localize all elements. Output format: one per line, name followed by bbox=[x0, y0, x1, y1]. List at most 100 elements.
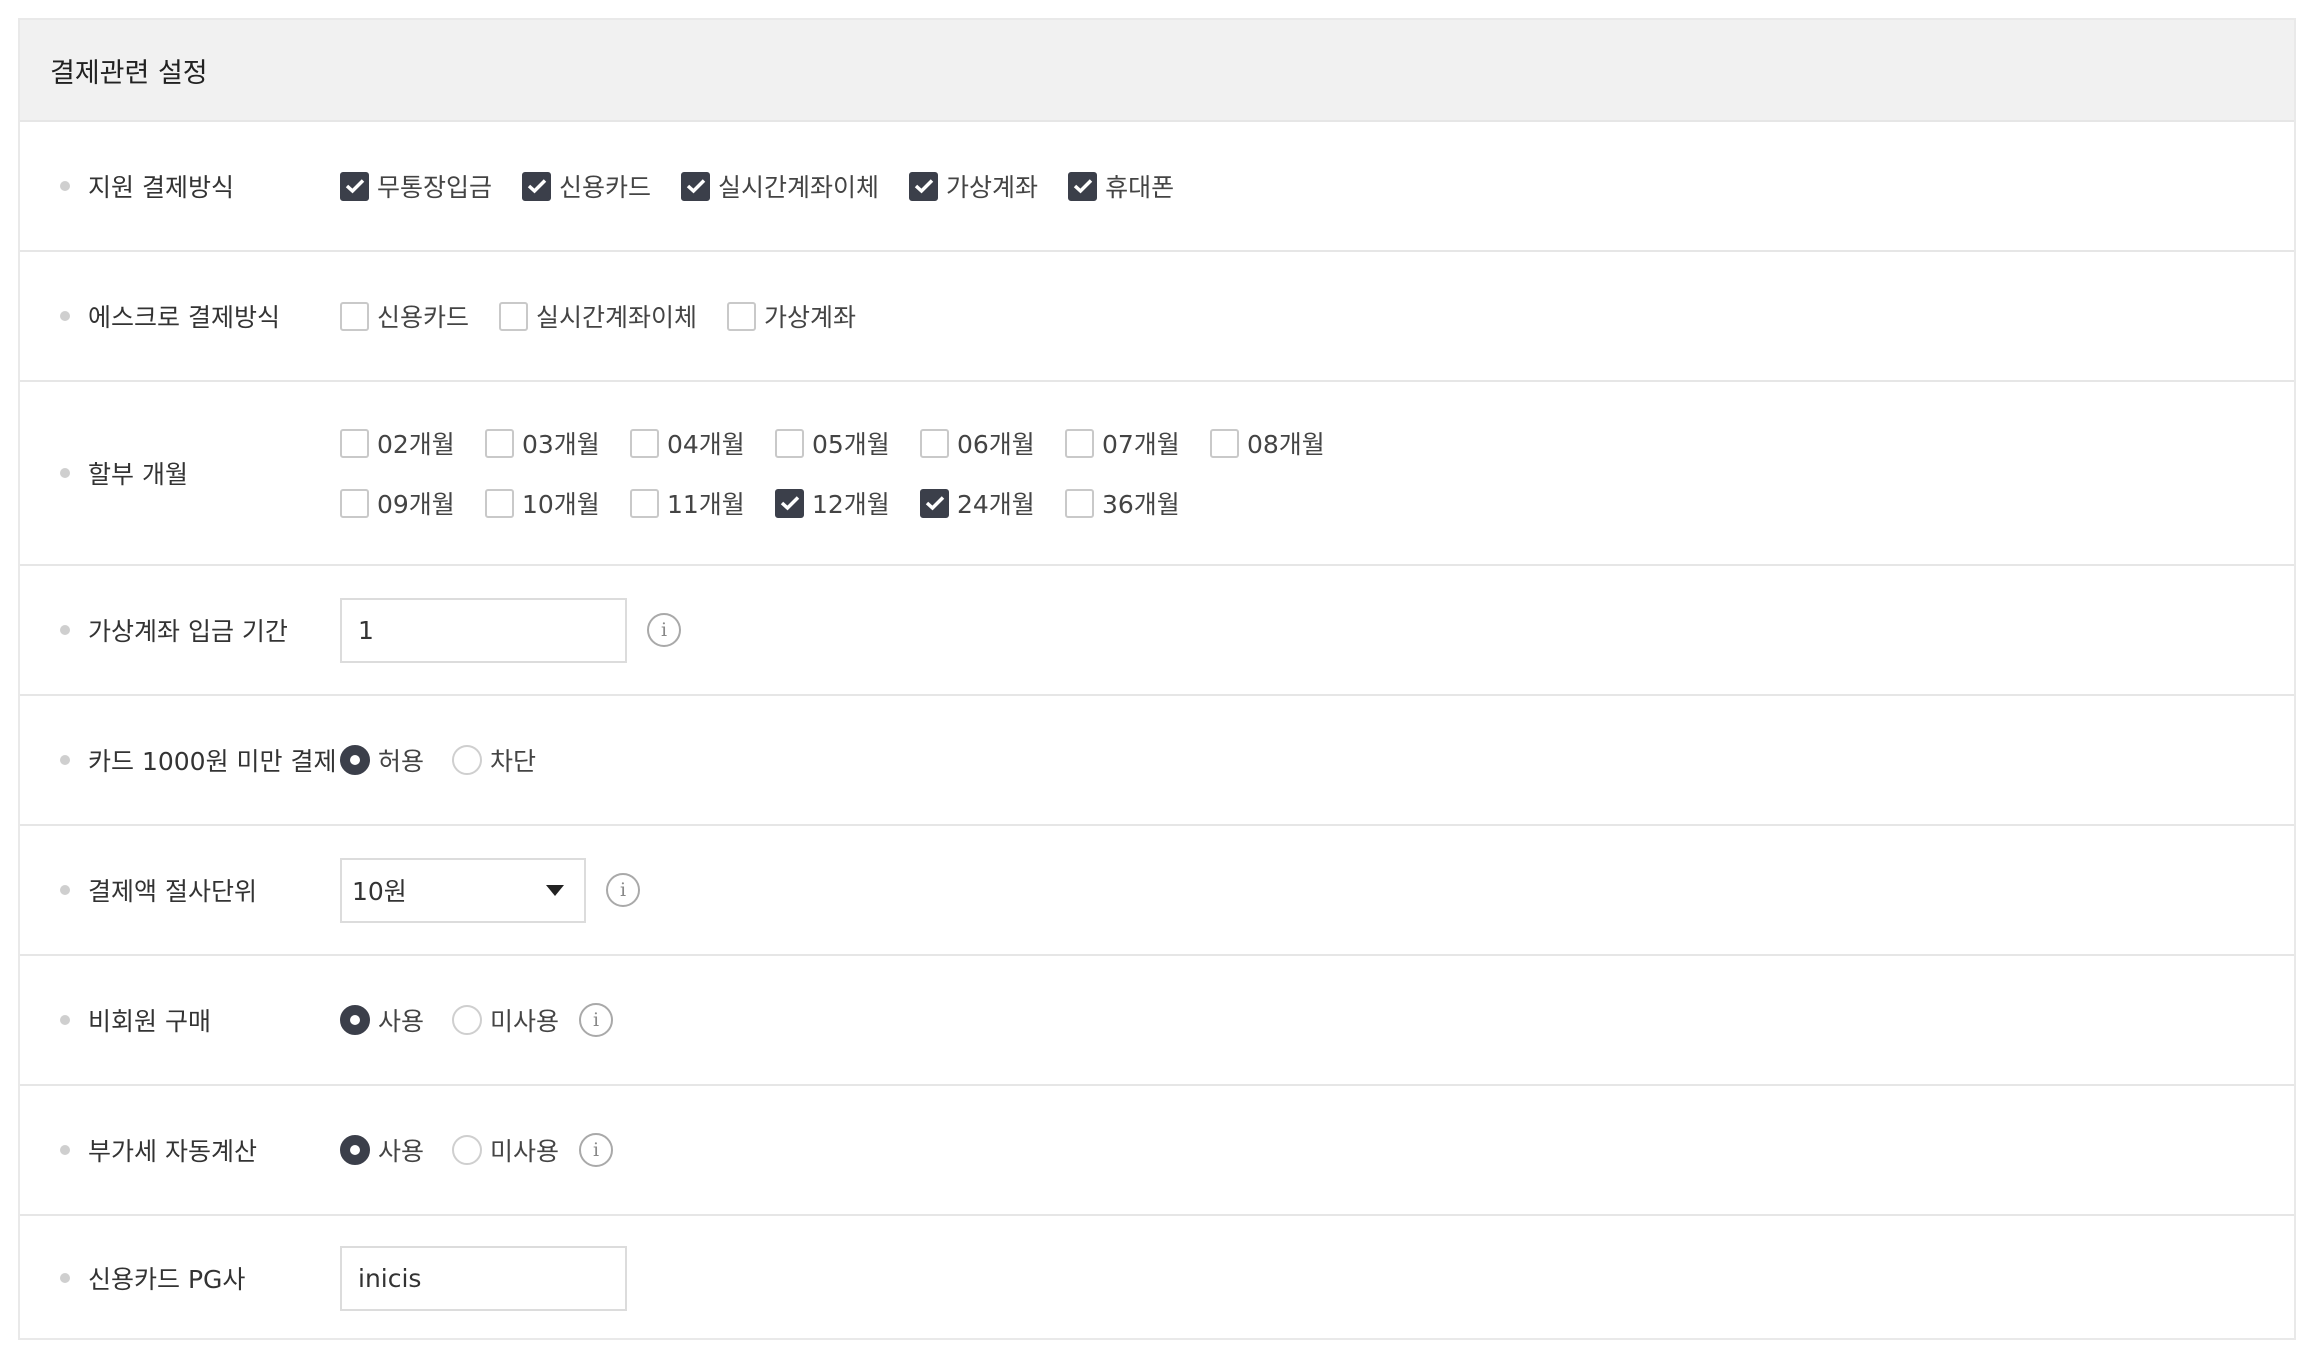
row-escrow-methods: 에스크로 결제방식 신용카드 실시간계좌이체 가상계좌 bbox=[20, 252, 2294, 382]
checkbox[interactable] bbox=[340, 301, 369, 331]
panel-title: 결제관련 설정 bbox=[50, 57, 208, 89]
radio-button[interactable] bbox=[340, 745, 370, 775]
checkbox-option[interactable]: 03개월 bbox=[485, 425, 630, 461]
checkbox-option[interactable]: 04개월 bbox=[630, 425, 775, 461]
check-icon bbox=[914, 179, 933, 194]
vaccount-period-input[interactable] bbox=[340, 597, 627, 663]
bullet-icon bbox=[60, 1015, 70, 1025]
row-label: 비회원 구매 bbox=[88, 1007, 211, 1036]
rounding-unit-select[interactable]: 10원 bbox=[340, 857, 586, 923]
checkbox[interactable] bbox=[681, 171, 711, 201]
radio-button[interactable] bbox=[452, 1135, 483, 1165]
checkbox-option[interactable]: 신용카드 bbox=[522, 168, 651, 204]
checkbox[interactable] bbox=[1065, 428, 1094, 458]
checkbox[interactable] bbox=[485, 488, 514, 518]
row-card-min-payment: 카드 1000원 미만 결제 허용 차단 bbox=[20, 696, 2294, 826]
option-label: 05개월 bbox=[812, 430, 890, 459]
checkbox-option[interactable]: 08개월 bbox=[1210, 425, 1355, 461]
option-label: 11개월 bbox=[667, 490, 745, 519]
row-payment-methods: 지원 결제방식 무통장입금 신용카드 실시간계좌이체 가상계좌 휴대폰 bbox=[20, 122, 2294, 252]
option-label: 미사용 bbox=[490, 1007, 560, 1036]
checkbox[interactable] bbox=[775, 428, 804, 458]
row-installments: 할부 개월 02개월 03개월 04개월 05개월 06개월 07개월 08개월… bbox=[20, 382, 2294, 566]
option-label: 07개월 bbox=[1102, 430, 1180, 459]
checkbox[interactable] bbox=[920, 488, 949, 518]
radio-option-not-use[interactable]: 미사용 bbox=[452, 1002, 559, 1038]
info-icon[interactable]: i bbox=[647, 613, 681, 647]
option-label: 실시간계좌이체 bbox=[536, 303, 698, 332]
radio-option-use[interactable]: 사용 bbox=[340, 1002, 424, 1038]
checkbox-option[interactable]: 36개월 bbox=[1065, 485, 1210, 521]
checkbox-option[interactable]: 가상계좌 bbox=[909, 168, 1038, 204]
checkbox[interactable] bbox=[775, 488, 804, 518]
info-icon[interactable]: i bbox=[606, 873, 640, 907]
escrow-methods-options: 신용카드 실시간계좌이체 가상계좌 bbox=[340, 298, 2294, 334]
checkbox[interactable] bbox=[1065, 488, 1094, 518]
checkbox-option[interactable]: 휴대폰 bbox=[1068, 168, 1174, 204]
checkbox[interactable] bbox=[340, 488, 369, 518]
panel-header: 결제관련 설정 bbox=[20, 20, 2294, 122]
option-label: 무통장입금 bbox=[377, 173, 493, 202]
checkbox[interactable] bbox=[630, 488, 659, 518]
bullet-icon bbox=[60, 468, 70, 478]
checkbox-option[interactable]: 09개월 bbox=[340, 485, 485, 521]
radio-button[interactable] bbox=[452, 1005, 483, 1035]
checkbox[interactable] bbox=[1210, 428, 1239, 458]
option-label: 미사용 bbox=[490, 1137, 560, 1166]
row-label: 결제액 절사단위 bbox=[88, 877, 257, 906]
checkbox-option[interactable]: 실시간계좌이체 bbox=[681, 168, 879, 204]
bullet-icon bbox=[60, 181, 70, 191]
bullet-icon bbox=[60, 1273, 70, 1283]
card-pg-input[interactable] bbox=[340, 1245, 627, 1311]
checkbox[interactable] bbox=[630, 428, 659, 458]
checkbox[interactable] bbox=[340, 428, 369, 458]
option-label: 휴대폰 bbox=[1105, 173, 1175, 202]
checkbox[interactable] bbox=[522, 171, 552, 201]
bullet-icon bbox=[60, 625, 70, 635]
option-label: 신용카드 bbox=[377, 303, 470, 332]
radio-option-not-use[interactable]: 미사용 bbox=[452, 1132, 559, 1168]
checkbox-option[interactable]: 06개월 bbox=[920, 425, 1065, 461]
option-label: 24개월 bbox=[957, 490, 1035, 519]
checkbox-option[interactable]: 무통장입금 bbox=[340, 168, 492, 204]
checkbox[interactable] bbox=[340, 171, 369, 201]
radio-button[interactable] bbox=[340, 1135, 370, 1165]
info-icon[interactable]: i bbox=[579, 1003, 614, 1037]
checkbox-option[interactable]: 11개월 bbox=[630, 485, 775, 521]
installments-line-1: 02개월 03개월 04개월 05개월 06개월 07개월 08개월 bbox=[340, 425, 2294, 461]
chevron-down-icon bbox=[546, 884, 564, 896]
checkbox-option[interactable]: 가상계좌 bbox=[727, 298, 856, 334]
option-label: 08개월 bbox=[1247, 430, 1325, 459]
checkbox[interactable] bbox=[1068, 171, 1098, 201]
checkbox[interactable] bbox=[727, 301, 757, 331]
radio-option-use[interactable]: 사용 bbox=[340, 1132, 424, 1168]
checkbox[interactable] bbox=[920, 428, 949, 458]
select-value: 10원 bbox=[352, 877, 407, 906]
bullet-icon bbox=[60, 885, 70, 895]
checkbox[interactable] bbox=[485, 428, 514, 458]
checkbox-option[interactable]: 24개월 bbox=[920, 485, 1065, 521]
radio-button[interactable] bbox=[340, 1005, 370, 1035]
radio-option-allow[interactable]: 허용 bbox=[340, 742, 424, 778]
info-icon[interactable]: i bbox=[579, 1133, 614, 1167]
row-label: 신용카드 PG사 bbox=[88, 1265, 246, 1294]
checkbox-option[interactable]: 05개월 bbox=[775, 425, 920, 461]
radio-button[interactable] bbox=[452, 745, 483, 775]
option-label: 가상계좌 bbox=[946, 173, 1039, 202]
checkbox-option[interactable]: 07개월 bbox=[1065, 425, 1210, 461]
checkbox-option[interactable]: 신용카드 bbox=[340, 298, 469, 334]
row-card-pg: 신용카드 PG사 bbox=[20, 1216, 2294, 1340]
checkbox-option[interactable]: 실시간계좌이체 bbox=[499, 298, 697, 334]
checkbox-option[interactable]: 12개월 bbox=[775, 485, 920, 521]
row-label: 부가세 자동계산 bbox=[88, 1137, 257, 1166]
checkbox-option[interactable]: 10개월 bbox=[485, 485, 630, 521]
checkbox[interactable] bbox=[499, 301, 529, 331]
row-label: 지원 결제방식 bbox=[88, 173, 234, 202]
radio-option-block[interactable]: 차단 bbox=[452, 742, 536, 778]
checkbox[interactable] bbox=[909, 171, 939, 201]
row-label: 가상계좌 입금 기간 bbox=[88, 617, 288, 646]
checkbox-option[interactable]: 02개월 bbox=[340, 425, 485, 461]
option-label: 사용 bbox=[378, 1007, 425, 1036]
installments-line-2: 09개월 10개월 11개월 12개월 24개월 36개월 bbox=[340, 485, 2294, 521]
check-icon bbox=[780, 496, 799, 511]
